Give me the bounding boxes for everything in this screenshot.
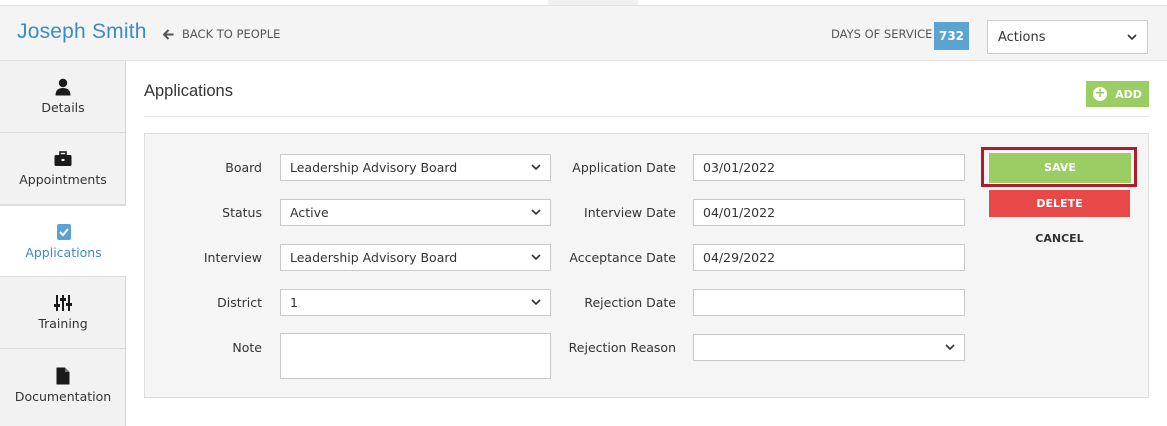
interview-date-input[interactable]: 04/01/2022: [693, 199, 965, 226]
person-icon: [54, 78, 72, 96]
sidebar-item-label: Details: [41, 100, 85, 115]
application-date-label: Application Date: [572, 160, 676, 175]
board-select-value: Leadership Advisory Board: [290, 160, 458, 175]
application-date-input[interactable]: 03/01/2022: [693, 154, 965, 181]
sidebar-item-label: Applications: [25, 244, 102, 260]
status-select[interactable]: Active: [280, 199, 551, 226]
acceptance-date-input[interactable]: 04/29/2022: [693, 244, 965, 271]
interview-date-label: Interview Date: [584, 205, 676, 220]
note-textarea[interactable]: [280, 333, 551, 379]
sidebar-item-label: Documentation: [14, 388, 112, 404]
district-select[interactable]: 1: [280, 289, 551, 316]
application-date-value: 03/01/2022: [703, 160, 776, 175]
rejection-date-label: Rejection Date: [584, 295, 676, 310]
actions-dropdown-value: Actions: [998, 29, 1046, 45]
document-icon: [54, 367, 72, 385]
chevron-down-icon: [531, 254, 541, 261]
rejection-date-input[interactable]: [693, 289, 965, 316]
note-label: Note: [232, 340, 262, 355]
back-to-people-label: BACK TO PEOPLE: [182, 27, 281, 41]
section-divider: [144, 116, 1149, 117]
sidebar-item-appointments[interactable]: Appointments: [0, 133, 126, 205]
delete-button[interactable]: DELETE: [989, 190, 1130, 217]
checkbox-doc-icon: [55, 223, 73, 241]
sidebar-item-applications[interactable]: Applications: [0, 205, 127, 277]
status-select-value: Active: [290, 205, 329, 220]
chevron-down-icon: [945, 344, 955, 351]
sidebar: Details Appointments Applications Traini…: [0, 61, 127, 426]
person-name-title: Joseph Smith: [17, 20, 147, 43]
save-button[interactable]: SAVE: [989, 153, 1131, 183]
chevron-down-icon: [531, 164, 541, 171]
plus-circle-icon: +: [1093, 86, 1108, 101]
district-label: District: [217, 295, 262, 310]
interview-select[interactable]: Leadership Advisory Board: [280, 244, 551, 271]
chevron-down-icon: [531, 299, 541, 306]
board-label: Board: [225, 160, 262, 175]
add-application-button[interactable]: + ADD: [1086, 81, 1149, 107]
sidebar-item-documentation[interactable]: Documentation: [0, 349, 126, 421]
page-header: Joseph Smith BACK TO PEOPLE DAYS OF SERV…: [0, 5, 1167, 61]
interview-date-value: 04/01/2022: [703, 205, 776, 220]
acceptance-date-label: Acceptance Date: [569, 250, 676, 265]
status-label: Status: [222, 205, 262, 220]
rejection-reason-select[interactable]: [693, 334, 965, 361]
district-select-value: 1: [290, 295, 298, 310]
sidebar-item-details[interactable]: Details: [0, 61, 126, 133]
cancel-button[interactable]: CANCEL: [989, 227, 1130, 251]
actions-dropdown[interactable]: Actions: [987, 20, 1148, 54]
chevron-down-icon: [531, 209, 541, 216]
interview-label: Interview: [203, 250, 262, 265]
sliders-icon: [54, 294, 72, 312]
rejection-reason-label: Rejection Reason: [568, 340, 676, 355]
days-of-service-label: DAYS OF SERVICE: [831, 27, 933, 41]
board-select[interactable]: Leadership Advisory Board: [280, 154, 551, 181]
sidebar-item-label: Appointments: [19, 172, 107, 187]
back-to-people-link[interactable]: BACK TO PEOPLE: [163, 27, 280, 41]
days-of-service-badge: 732: [934, 22, 969, 50]
sidebar-item-label: Training: [38, 316, 88, 331]
interview-select-value: Leadership Advisory Board: [290, 250, 458, 265]
section-title: Applications: [144, 82, 233, 100]
arrow-left-icon: [163, 28, 174, 40]
add-button-label: ADD: [1115, 87, 1142, 101]
acceptance-date-value: 04/29/2022: [703, 250, 776, 265]
sidebar-item-training[interactable]: Training: [0, 277, 126, 349]
briefcase-icon: [54, 150, 72, 168]
chevron-down-icon: [1127, 33, 1137, 40]
